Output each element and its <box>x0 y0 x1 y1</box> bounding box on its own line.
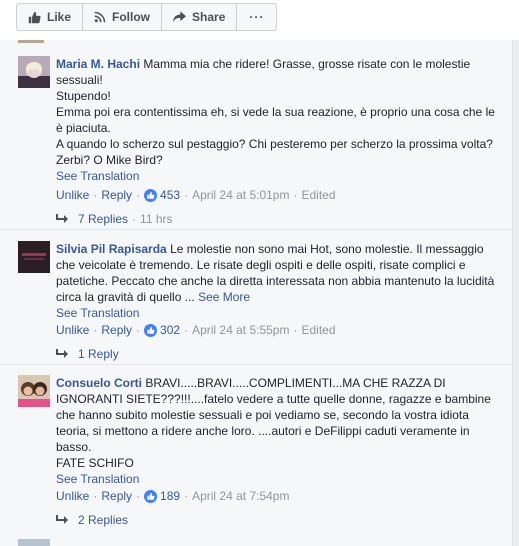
like-count-value: 302 <box>160 323 181 337</box>
reply-link[interactable]: Reply <box>101 188 132 202</box>
share-label: Share <box>192 10 226 24</box>
reply-arrow-icon <box>56 515 68 524</box>
comment-meta: Unlike · Reply · 453 · April 24 at 5:01p… <box>56 188 336 202</box>
avatar[interactable] <box>18 539 50 546</box>
comments-list: Maria M. Hachi Mamma mia che ridere! Gra… <box>0 40 513 546</box>
like-reaction-icon <box>144 188 158 202</box>
view-replies-link[interactable]: 1 Reply <box>56 347 119 361</box>
see-more-link[interactable]: See More <box>198 290 250 304</box>
comment-divider <box>0 229 512 230</box>
comment-divider <box>0 364 512 365</box>
like-reaction-icon <box>144 489 158 503</box>
see-translation-link[interactable]: See Translation <box>56 305 502 321</box>
replies-count: 2 Replies <box>78 513 129 527</box>
like-reaction-icon <box>144 323 158 337</box>
like-count[interactable]: 189 <box>144 489 180 503</box>
like-label: Like <box>47 10 72 24</box>
comment-author[interactable]: Consuelo Corti <box>56 376 142 390</box>
comment-text: A quando lo scherzo sul pestaggio? Chi p… <box>56 137 493 167</box>
unlike-link[interactable]: Unlike <box>56 489 89 503</box>
like-button[interactable]: Like <box>17 4 84 30</box>
comment-timestamp[interactable]: April 24 at 7:54pm <box>192 489 289 503</box>
edited-label[interactable]: Edited <box>301 323 335 337</box>
like-count-value: 453 <box>160 188 181 202</box>
reply-link[interactable]: Reply <box>101 323 132 337</box>
follow-button[interactable]: Follow <box>83 4 163 30</box>
post-action-buttons: Like Follow Share ··· <box>16 3 278 31</box>
replies-age: 11 hrs <box>140 212 173 226</box>
view-replies-link[interactable]: 2 Replies <box>56 513 128 527</box>
like-count[interactable]: 453 <box>144 188 180 202</box>
avatar[interactable] <box>18 241 50 273</box>
see-translation-link[interactable]: See Translation <box>56 471 502 487</box>
comment-meta: Unlike · Reply · 302 · April 24 at 5:55p… <box>56 323 336 337</box>
share-arrow-icon <box>173 11 187 23</box>
replies-count: 7 Replies <box>78 212 129 226</box>
unlike-link[interactable]: Unlike <box>56 188 89 202</box>
rss-icon <box>94 11 106 23</box>
replies-count: 1 Reply <box>78 347 119 361</box>
comment-text: FATE SCHIFO <box>56 456 134 470</box>
post-action-bar: Like Follow Share ··· <box>0 0 519 40</box>
more-options-icon: ··· <box>249 10 265 24</box>
comment-timestamp[interactable]: April 24 at 5:55pm <box>192 323 289 337</box>
share-button[interactable]: Share <box>162 4 238 30</box>
reply-arrow-icon <box>56 214 68 223</box>
see-translation-link[interactable]: See Translation <box>56 168 502 184</box>
reply-arrow-icon <box>56 349 68 358</box>
follow-label: Follow <box>112 10 151 24</box>
like-count-value: 189 <box>160 489 181 503</box>
thumbs-up-icon <box>28 11 41 23</box>
like-count[interactable]: 302 <box>144 323 180 337</box>
comment-author[interactable]: Silvia Pil Rapisarda <box>56 242 167 256</box>
comment-meta: Unlike · Reply · 189 · April 24 at 7:54p… <box>56 489 290 503</box>
more-options-button[interactable]: ··· <box>237 4 276 30</box>
avatar[interactable] <box>18 375 50 407</box>
comment-text: Emma poi era contentissima eh, si vede l… <box>56 105 495 135</box>
avatar[interactable] <box>18 56 50 88</box>
comment-text: Stupendo! <box>56 89 111 103</box>
comment-author[interactable]: Maria M. Hachi <box>56 57 140 71</box>
unlike-link[interactable]: Unlike <box>56 323 89 337</box>
comment-timestamp[interactable]: April 24 at 5:01pm <box>192 188 289 202</box>
reply-link[interactable]: Reply <box>101 489 132 503</box>
edited-label[interactable]: Edited <box>301 188 335 202</box>
view-replies-link[interactable]: 7 Replies · 11 hrs <box>56 212 173 226</box>
